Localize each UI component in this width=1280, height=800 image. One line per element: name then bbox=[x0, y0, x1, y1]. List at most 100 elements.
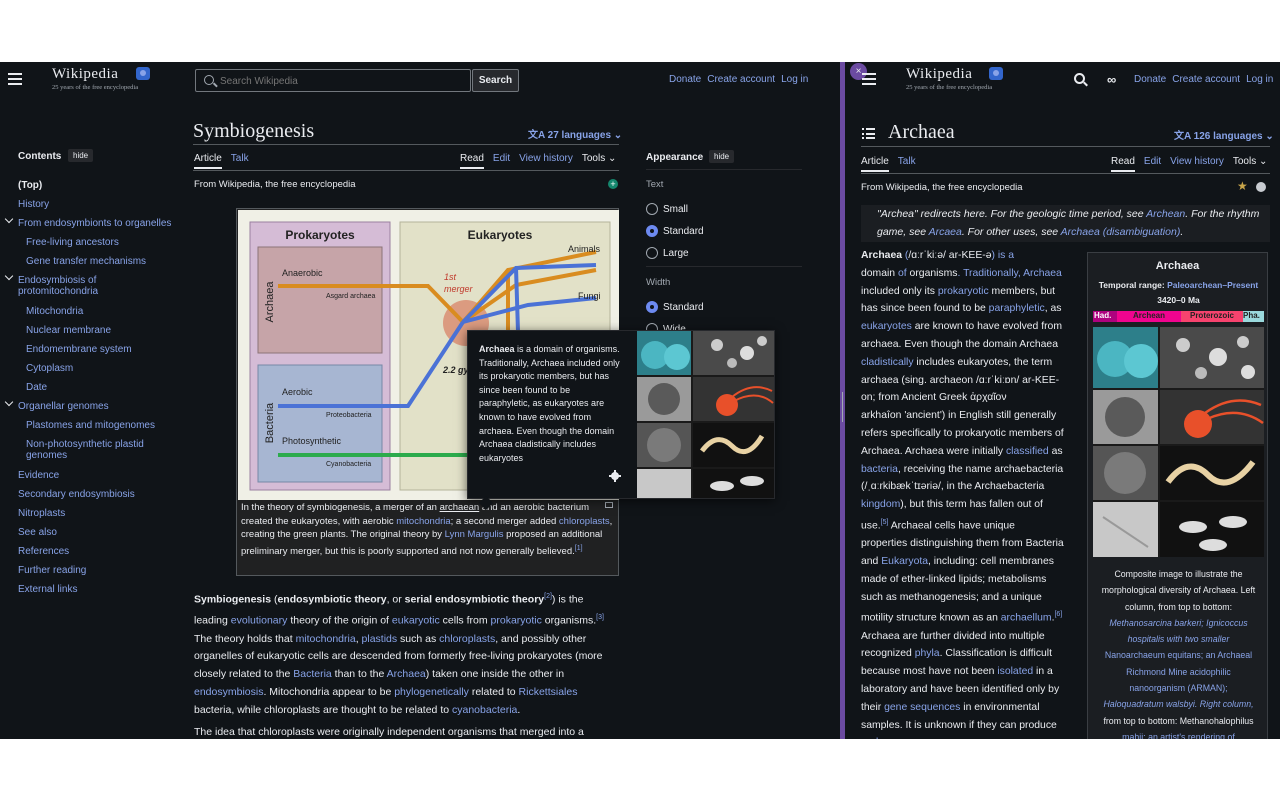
article-link[interactable]: gene sequences bbox=[884, 702, 960, 713]
tab-article[interactable]: Article bbox=[194, 153, 222, 169]
search-button[interactable]: Search bbox=[472, 69, 519, 92]
main-menu-icon[interactable] bbox=[862, 73, 876, 85]
article-link[interactable]: classified bbox=[1006, 446, 1049, 457]
toc-item[interactable]: Gene transfer mechanisms bbox=[26, 256, 146, 267]
tab-edit[interactable]: Edit bbox=[1144, 156, 1161, 172]
article-link[interactable]: archaellum bbox=[1001, 613, 1052, 624]
article-link[interactable]: Rickettsiales bbox=[519, 686, 578, 698]
article-link[interactable]: . Traditionally, Archaea bbox=[957, 268, 1061, 279]
login-link[interactable]: Log in bbox=[1246, 74, 1273, 85]
main-menu-icon[interactable] bbox=[8, 73, 22, 85]
article-link[interactable]: prokaryotic bbox=[938, 286, 989, 297]
toc-item[interactable]: References bbox=[18, 546, 69, 557]
search-box[interactable] bbox=[195, 69, 471, 92]
chevron-down-icon[interactable] bbox=[4, 214, 14, 224]
article-link[interactable]: plastids bbox=[362, 633, 398, 645]
reference-link[interactable]: [1] bbox=[575, 545, 583, 552]
language-button[interactable]: 文A 27 languages ⌄ bbox=[528, 126, 622, 141]
login-link[interactable]: Log in bbox=[781, 74, 808, 85]
article-link[interactable]: kingdom bbox=[861, 499, 900, 510]
archaea-composite-image[interactable] bbox=[1093, 327, 1264, 557]
divider-handle[interactable] bbox=[842, 392, 843, 422]
donate-link[interactable]: Donate bbox=[1134, 74, 1166, 85]
article-link[interactable]: chloroplasts bbox=[439, 633, 495, 645]
tab-read[interactable]: Read bbox=[460, 153, 484, 169]
archaea-thumbnail[interactable] bbox=[637, 331, 775, 499]
chevron-down-icon[interactable] bbox=[4, 271, 14, 281]
page-preview-popup[interactable]: Archaea is a domain of organisms. Tradit… bbox=[467, 330, 775, 499]
tab-read[interactable]: Read bbox=[1111, 156, 1135, 172]
article-link[interactable]: ) is a bbox=[992, 250, 1015, 261]
radio-width-standard[interactable] bbox=[646, 301, 658, 313]
toc-item[interactable]: Mitochondria bbox=[26, 306, 83, 317]
radio-small[interactable] bbox=[646, 203, 658, 215]
search-input[interactable] bbox=[220, 73, 460, 89]
appearance-hide-button[interactable]: hide bbox=[709, 150, 735, 163]
toc-item[interactable]: Endomembrane system bbox=[26, 344, 132, 355]
tab-view-history[interactable]: View history bbox=[519, 153, 573, 169]
radio-standard[interactable] bbox=[646, 225, 658, 237]
caption-link[interactable]: chloroplasts bbox=[559, 516, 610, 527]
article-link[interactable]: endosymbiosis bbox=[194, 686, 263, 698]
toc-item[interactable]: Evidence bbox=[18, 470, 59, 481]
toc-item[interactable]: Secondary endosymbiosis bbox=[18, 489, 135, 500]
toc-item[interactable]: History bbox=[18, 199, 49, 210]
caption-link[interactable]: mitochondria bbox=[396, 516, 450, 527]
article-link[interactable]: Archaea bbox=[387, 668, 426, 680]
tab-article[interactable]: Article bbox=[861, 156, 889, 172]
infinity-icon[interactable]: ∞ bbox=[1107, 72, 1116, 87]
article-link[interactable]: phyla bbox=[915, 648, 940, 659]
toc-item[interactable]: Non-photosynthetic plastid genomes bbox=[26, 439, 151, 461]
article-link[interactable]: of bbox=[895, 268, 909, 279]
caption-link[interactable]: Lynn Margulis bbox=[445, 529, 504, 540]
toc-item[interactable]: Free-living ancestors bbox=[26, 237, 119, 248]
add-icon[interactable]: + bbox=[608, 179, 618, 189]
toc-item[interactable]: Cytoplasm bbox=[26, 363, 73, 374]
article-link[interactable]: Eukaryota bbox=[881, 556, 928, 567]
article-link[interactable]: mitochondria bbox=[296, 633, 356, 645]
toc-item[interactable]: Organellar genomes bbox=[18, 401, 109, 412]
reference-link[interactable]: [3] bbox=[596, 614, 604, 621]
tab-view-history[interactable]: View history bbox=[1170, 156, 1224, 172]
hatnote-link[interactable]: Arcaea bbox=[929, 226, 962, 238]
tab-talk[interactable]: Talk bbox=[898, 156, 916, 172]
toc-item[interactable]: External links bbox=[18, 584, 77, 595]
article-link[interactable]: eukaryotes bbox=[861, 321, 912, 332]
tab-talk[interactable]: Talk bbox=[231, 153, 249, 169]
settings-gear-icon[interactable] bbox=[609, 470, 621, 482]
article-link[interactable]: phylogenetically bbox=[394, 686, 469, 698]
create-account-link[interactable]: Create account bbox=[707, 74, 775, 85]
radio-large[interactable] bbox=[646, 247, 658, 259]
article-link[interactable]: [6] bbox=[1054, 611, 1062, 618]
article-link[interactable]: paraphyletic bbox=[989, 303, 1045, 314]
wikipedia-logo[interactable]: Wikipedia 25 years of the free encyclope… bbox=[906, 66, 992, 91]
toc-hide-button[interactable]: hide bbox=[68, 149, 94, 162]
toc-item[interactable]: From endosymbionts to organelles bbox=[18, 218, 171, 229]
tools-menu[interactable]: Tools ⌄ bbox=[582, 153, 617, 169]
toc-item[interactable]: Nuclear membrane bbox=[26, 325, 111, 336]
toc-item[interactable]: Endosymbiosis of protomitochondria bbox=[18, 275, 128, 297]
article-link[interactable]: endospores bbox=[861, 737, 915, 739]
star-icon[interactable]: ★ bbox=[1237, 179, 1248, 193]
tab-edit[interactable]: Edit bbox=[493, 153, 510, 169]
toc-item[interactable]: See also bbox=[18, 527, 57, 538]
article-link[interactable]: bacteria bbox=[861, 464, 898, 475]
article-link[interactable]: cladistically bbox=[861, 357, 914, 368]
caption-link[interactable]: archaean bbox=[440, 502, 480, 513]
toc-toggle-icon[interactable] bbox=[862, 128, 875, 139]
article-link[interactable]: prokaryotic bbox=[491, 615, 542, 627]
toc-item[interactable]: (Top) bbox=[18, 180, 42, 191]
range-link[interactable]: Paleoarchean–Present bbox=[1167, 280, 1258, 290]
donate-link[interactable]: Donate bbox=[669, 74, 701, 85]
toc-item[interactable]: Plastomes and mitogenomes bbox=[26, 420, 155, 431]
article-link[interactable]: cyanobacteria bbox=[452, 704, 517, 716]
tools-menu[interactable]: Tools ⌄ bbox=[1233, 156, 1268, 172]
hatnote-link[interactable]: Archean bbox=[1146, 208, 1185, 220]
hatnote-link[interactable]: Archaea (disambiguation) bbox=[1061, 226, 1181, 238]
article-link[interactable]: Bacteria bbox=[293, 668, 332, 680]
language-button[interactable]: 文A 126 languages ⌄ bbox=[1174, 127, 1274, 142]
create-account-link[interactable]: Create account bbox=[1172, 74, 1240, 85]
toc-item[interactable]: Nitroplasts bbox=[18, 508, 65, 519]
geologic-timescale[interactable]: Had. Archean Proterozoic Pha. bbox=[1093, 311, 1264, 322]
article-link[interactable]: eukaryotic bbox=[392, 615, 440, 627]
